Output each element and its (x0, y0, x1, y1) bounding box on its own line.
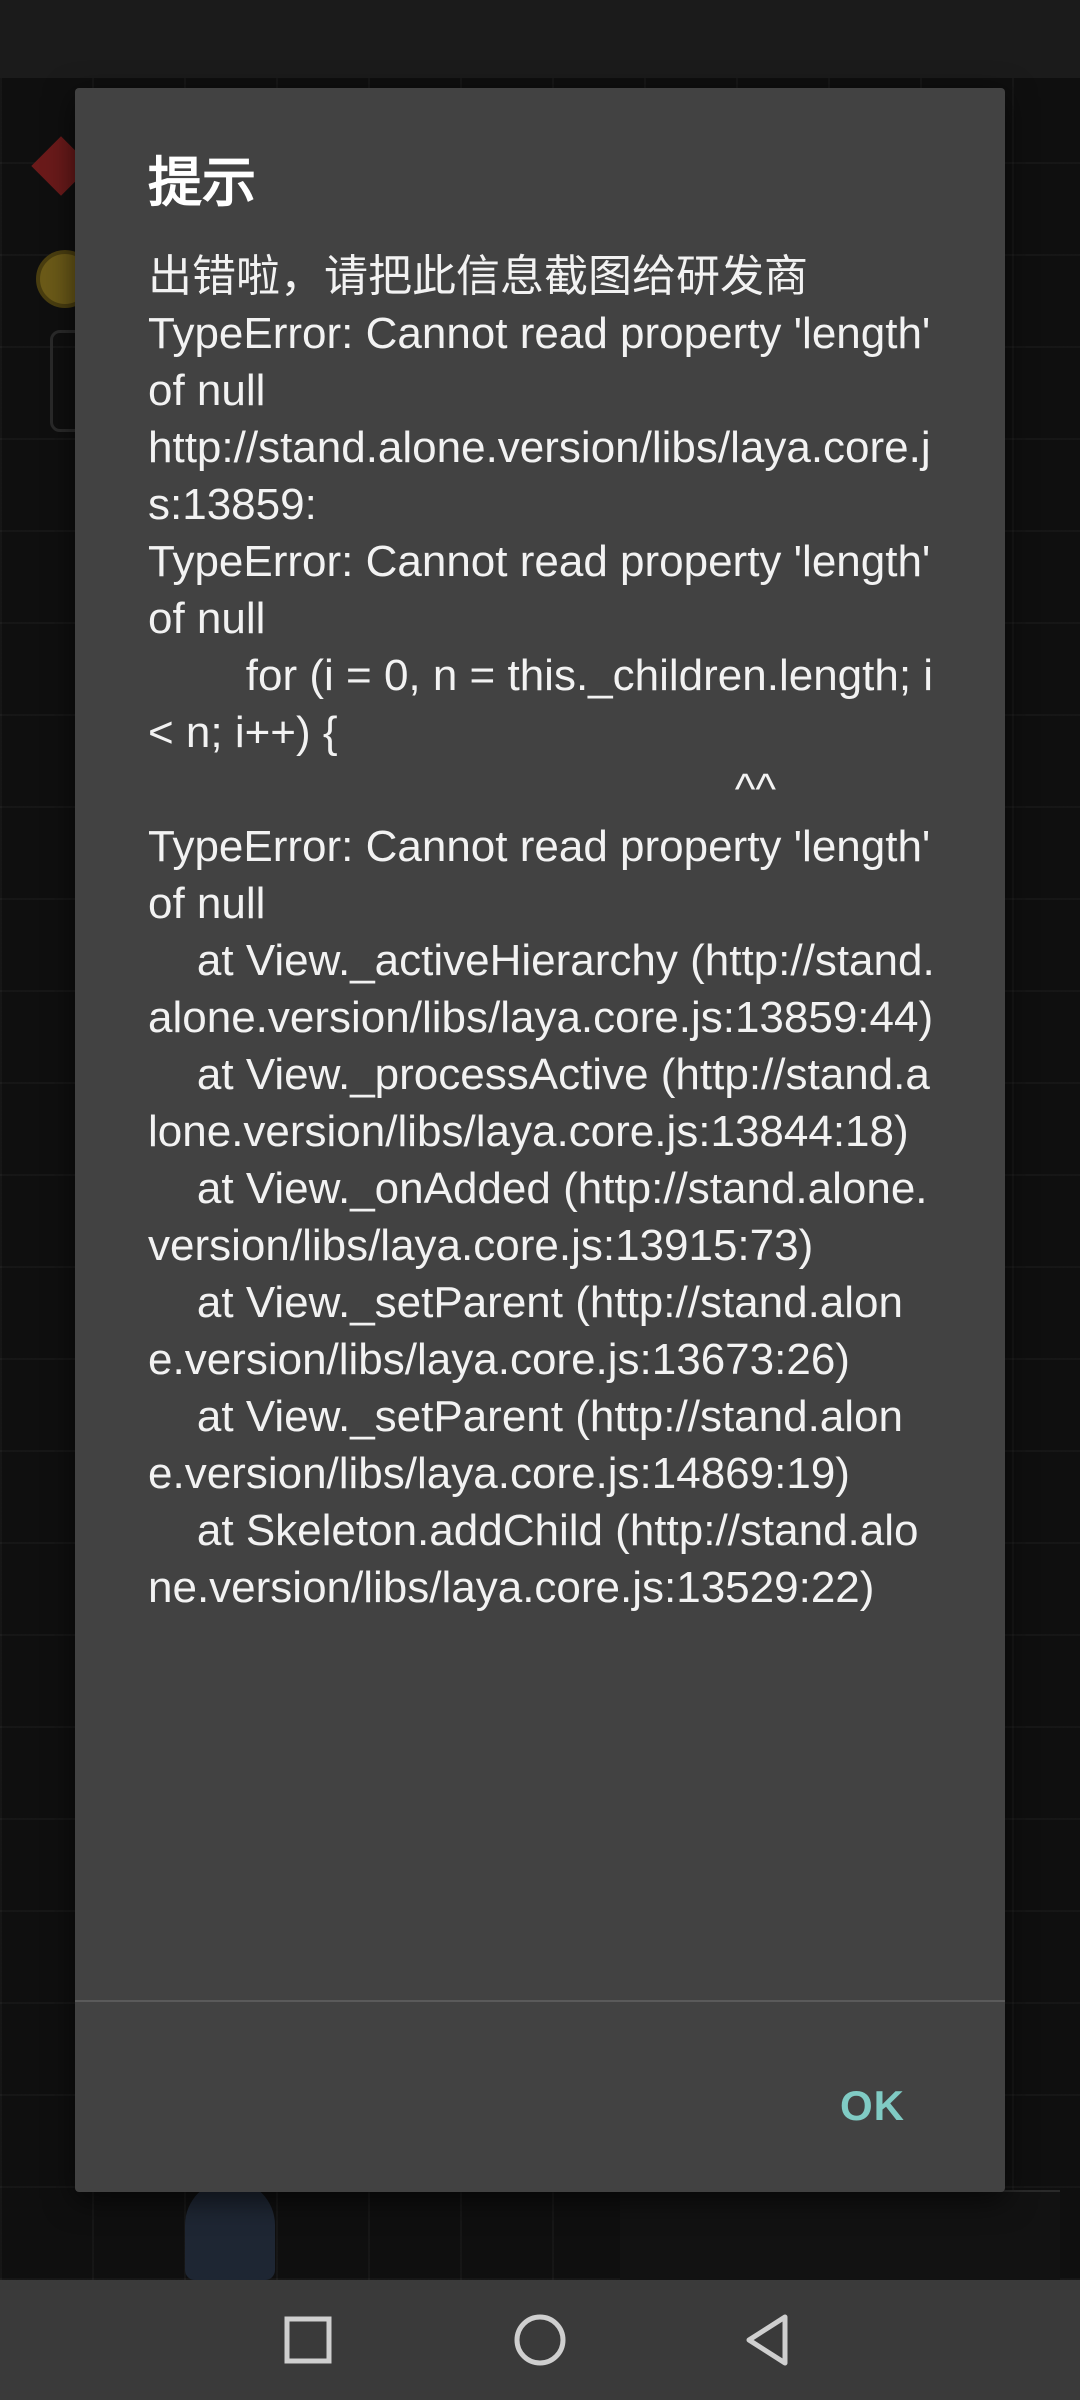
navigation-bar (0, 2280, 1080, 2400)
square-recents-icon[interactable] (278, 2310, 338, 2370)
triangle-back-icon[interactable] (738, 2310, 798, 2370)
game-background-panel (620, 2190, 1060, 2282)
dialog-divider (75, 2000, 1005, 2002)
circle-home-icon[interactable] (510, 2310, 570, 2370)
ok-button[interactable]: OK (830, 2076, 915, 2136)
status-bar (0, 0, 1080, 78)
error-dialog: 提示 出错啦，请把此信息截图给研发商 TypeError: Cannot rea… (75, 88, 1005, 2192)
game-background-character (185, 2180, 275, 2280)
dialog-message[interactable]: 出错啦，请把此信息截图给研发商 TypeError: Cannot read p… (148, 248, 938, 2000)
dialog-title: 提示 (148, 151, 256, 214)
